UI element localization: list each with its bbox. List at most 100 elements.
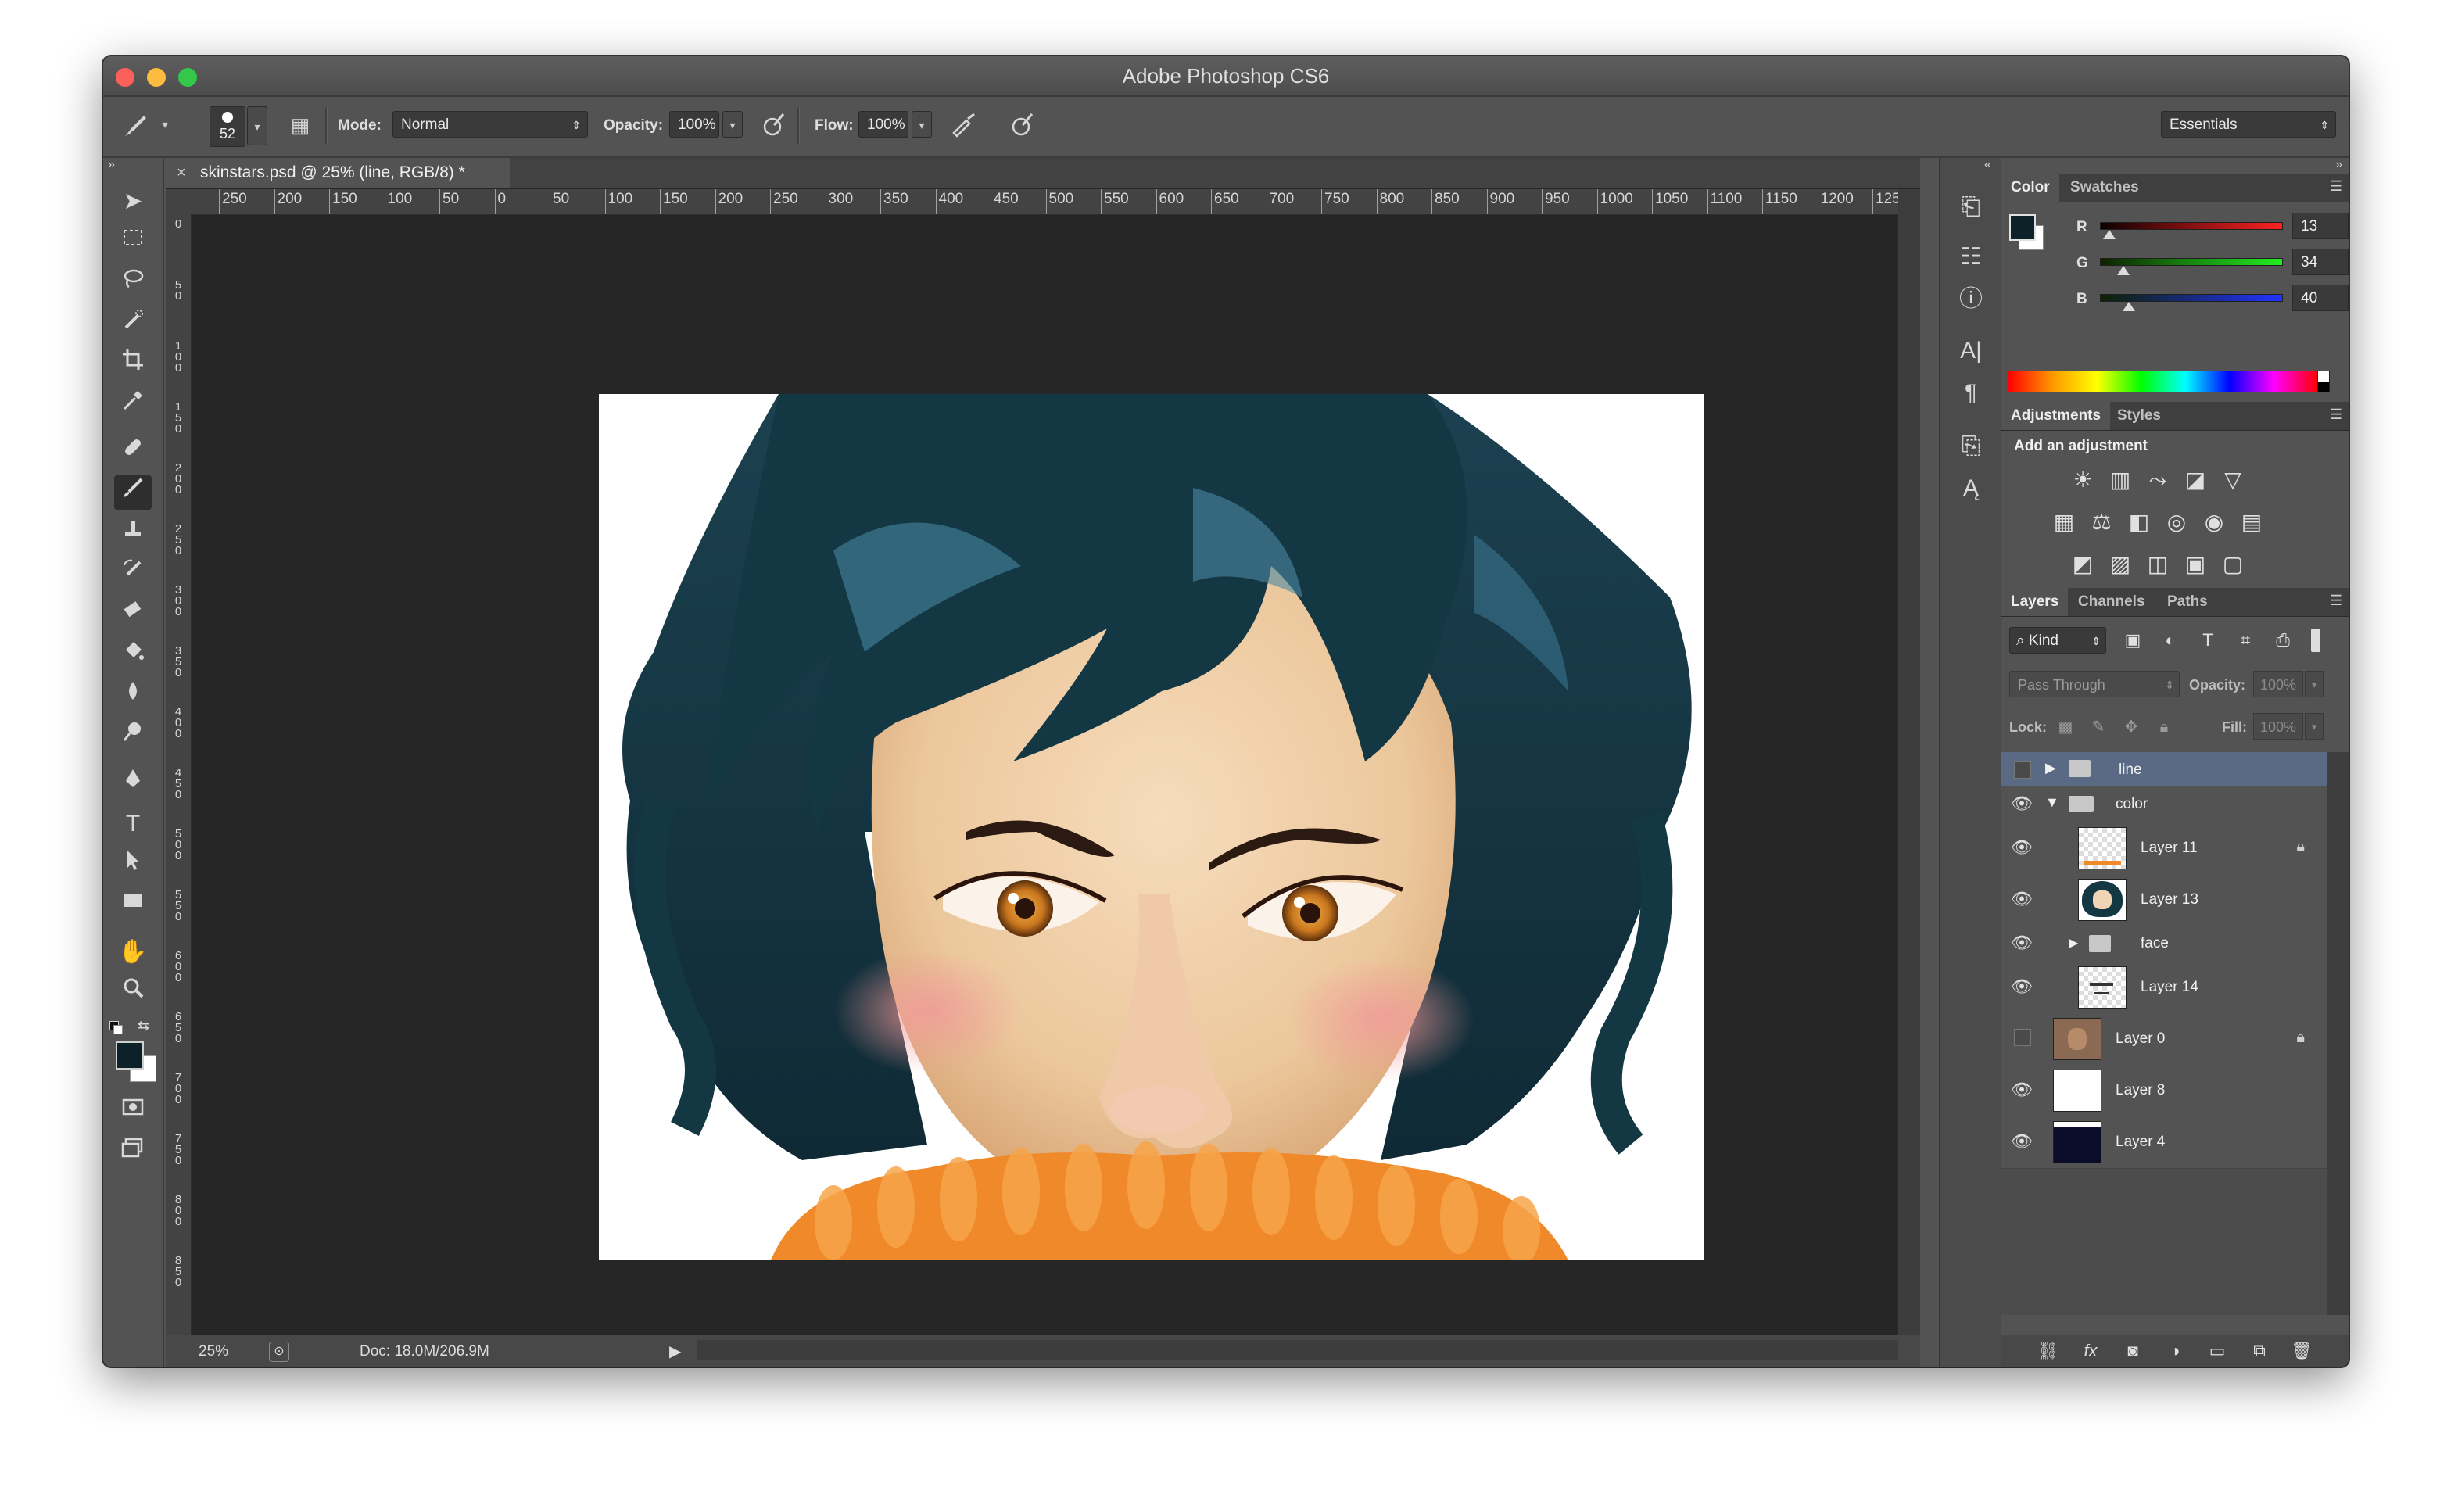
eye-icon[interactable]: 👁︎	[2011, 1079, 2033, 1101]
status-info-icon[interactable]: ⊙	[269, 1342, 289, 1362]
blend-mode-select[interactable]: Pass Through ⇕	[2009, 671, 2180, 697]
brush-panel-toggle-icon[interactable]: ▦	[285, 109, 316, 141]
path-selection-tool-icon[interactable]	[114, 847, 152, 882]
flow-dropdown[interactable]: ▾	[912, 111, 932, 138]
tab-adjustments[interactable]: Adjustments	[2001, 402, 2111, 430]
curves-icon[interactable]: ⤳	[2142, 464, 2173, 496]
tab-channels[interactable]: Channels	[2069, 588, 2155, 616]
opacity-dropdown[interactable]: ▾	[722, 111, 743, 138]
dodge-tool-icon[interactable]	[114, 719, 152, 754]
red-slider[interactable]	[2100, 222, 2283, 230]
paint-bucket-tool-icon[interactable]	[114, 638, 152, 672]
type-tool-icon[interactable]: T	[114, 807, 152, 841]
panel-menu-icon[interactable]: ☰	[2330, 178, 2342, 195]
layer-row[interactable]: 👁︎ Layer 8	[2001, 1065, 2327, 1117]
filter-type-icon[interactable]: T	[2192, 625, 2223, 656]
brush-size-dropdown[interactable]: ▾	[247, 106, 267, 145]
tab-color[interactable]: Color	[2001, 174, 2059, 202]
screen-mode-icon[interactable]	[114, 1135, 152, 1170]
layer-row[interactable]: 👁︎ Layer 13	[2001, 874, 2327, 926]
add-mask-icon[interactable]: ◙	[2117, 1335, 2148, 1367]
color-lookup-icon[interactable]: ▤	[2236, 507, 2267, 538]
gradient-map-icon[interactable]: ▣	[2180, 549, 2211, 580]
layer-row[interactable]: ▶ line	[2001, 752, 2327, 787]
layer-style-icon[interactable]: fx	[2075, 1335, 2106, 1367]
foreground-color-swatch[interactable]	[116, 1041, 144, 1070]
collapse-arrows-icon[interactable]: »	[108, 158, 115, 172]
link-layers-icon[interactable]: ⛓︎	[2033, 1335, 2064, 1367]
layer-filter-select[interactable]: ⌕ Kind ⇕	[2009, 627, 2106, 654]
marquee-tool-icon[interactable]	[114, 225, 152, 260]
swap-colors-icon[interactable]: ⇆	[138, 1018, 149, 1034]
brightness-contrast-icon[interactable]: ☀	[2067, 464, 2098, 496]
layer-opacity-dropdown[interactable]: ▾	[2305, 671, 2324, 697]
blur-tool-icon[interactable]	[114, 679, 152, 713]
red-slider-thumb[interactable]	[2102, 230, 2116, 239]
filter-toggle-switch[interactable]	[2311, 629, 2320, 652]
layer-row[interactable]: 👁︎ ▶ face	[2001, 926, 2327, 962]
eye-icon[interactable]: 👁︎	[2011, 976, 2033, 998]
tab-swatches[interactable]: Swatches	[2061, 174, 2148, 202]
levels-icon[interactable]: ▥	[2105, 464, 2136, 496]
horizontal-ruler[interactable]: 250 200 150 100 50 0 50 100 150 200 250 300 350 400 45…	[191, 189, 1898, 215]
panel-menu-icon[interactable]: ☰	[2330, 407, 2342, 423]
workspace-switcher[interactable]: Essentials ⇕	[2161, 111, 2336, 138]
mode-select[interactable]: Normal ⇕	[392, 111, 588, 138]
brush-preset-dropdown[interactable]: ▾	[155, 111, 175, 138]
layer-row[interactable]: 👁︎ Layer 4	[2001, 1116, 2327, 1169]
clone-stamp-tool-icon[interactable]	[114, 516, 152, 550]
lock-position-icon[interactable]: ✥	[2116, 711, 2147, 743]
opacity-input[interactable]: 100%	[669, 111, 719, 138]
threshold-icon[interactable]: ◫	[2142, 549, 2173, 580]
vertical-ruler[interactable]: 0 50 100 150 200 250 300 350 400 450 500 550 600 650 7…	[166, 214, 192, 1335]
layer-row[interactable]: 👁︎ Layer 14	[2001, 962, 2327, 1014]
history-brush-tool-icon[interactable]	[114, 557, 152, 591]
eye-icon[interactable]: 👁︎	[2011, 1130, 2033, 1152]
layer-opacity-input[interactable]: 100%	[2253, 671, 2303, 697]
selective-color-icon[interactable]: ▢	[2217, 549, 2248, 580]
lock-pixels-icon[interactable]: ✎	[2083, 711, 2114, 743]
info-panel-icon[interactable]: ⓘ	[1955, 283, 1987, 316]
character-panel-icon[interactable]: A|	[1955, 335, 1987, 367]
healing-brush-tool-icon[interactable]	[114, 435, 152, 469]
paragraph-styles-icon[interactable]: ⎘	[1955, 430, 1987, 463]
eye-icon[interactable]: 👁︎	[2011, 932, 2033, 954]
exposure-icon[interactable]: ◪	[2180, 464, 2211, 496]
delete-layer-icon[interactable]: 🗑︎	[2286, 1335, 2317, 1367]
collapse-arrow-icon[interactable]: ▼	[2045, 794, 2059, 811]
eraser-tool-icon[interactable]	[114, 597, 152, 632]
panel-menu-icon[interactable]: ☰	[2330, 593, 2342, 609]
history-panel-icon[interactable]: ⎗	[1955, 191, 1987, 224]
lasso-tool-icon[interactable]	[114, 266, 152, 300]
fill-dropdown[interactable]: ▾	[2305, 713, 2324, 740]
blue-value[interactable]: 40	[2292, 285, 2349, 311]
lock-transparent-icon[interactable]: ▩	[2050, 711, 2081, 743]
lock-all-icon[interactable]: 🔒︎	[2148, 711, 2180, 743]
fg-color-swatch[interactable]	[2009, 214, 2036, 241]
green-slider[interactable]	[2100, 258, 2283, 266]
zoom-level[interactable]: 25%	[199, 1343, 228, 1360]
vibrance-icon[interactable]: ▽	[2217, 464, 2248, 496]
horizontal-scrollbar[interactable]	[697, 1340, 1898, 1360]
pressure-opacity-icon[interactable]	[757, 109, 788, 141]
hand-tool-icon[interactable]: ✋	[114, 935, 152, 969]
flow-input[interactable]: 100%	[858, 111, 908, 138]
visibility-toggle-off[interactable]	[2014, 1029, 2031, 1046]
black-white-icon[interactable]: ◧	[2123, 507, 2155, 538]
tab-paths[interactable]: Paths	[2158, 588, 2217, 616]
channel-mixer-icon[interactable]: ◉	[2198, 507, 2230, 538]
photo-filter-icon[interactable]: ◎	[2161, 507, 2192, 538]
status-menu-arrow-icon[interactable]: ▶	[669, 1342, 681, 1361]
tab-layers[interactable]: Layers	[2001, 588, 2069, 616]
eye-icon[interactable]: 👁︎	[2011, 837, 2033, 858]
green-value[interactable]: 34	[2292, 249, 2349, 275]
color-balance-icon[interactable]: ⚖	[2086, 507, 2117, 538]
eye-icon[interactable]: 👁︎	[2011, 888, 2033, 910]
filter-shape-icon[interactable]: ⌗	[2230, 625, 2261, 656]
collapse-arrows-icon[interactable]: »	[2335, 158, 2342, 172]
properties-panel-icon[interactable]: ☷	[1955, 241, 1987, 274]
ramp-black-white-swatch[interactable]	[2317, 371, 2330, 392]
layer-row[interactable]: Layer 0 🔒︎	[2001, 1013, 2327, 1066]
posterize-icon[interactable]: ▨	[2105, 549, 2136, 580]
airbrush-icon[interactable]	[948, 109, 979, 141]
